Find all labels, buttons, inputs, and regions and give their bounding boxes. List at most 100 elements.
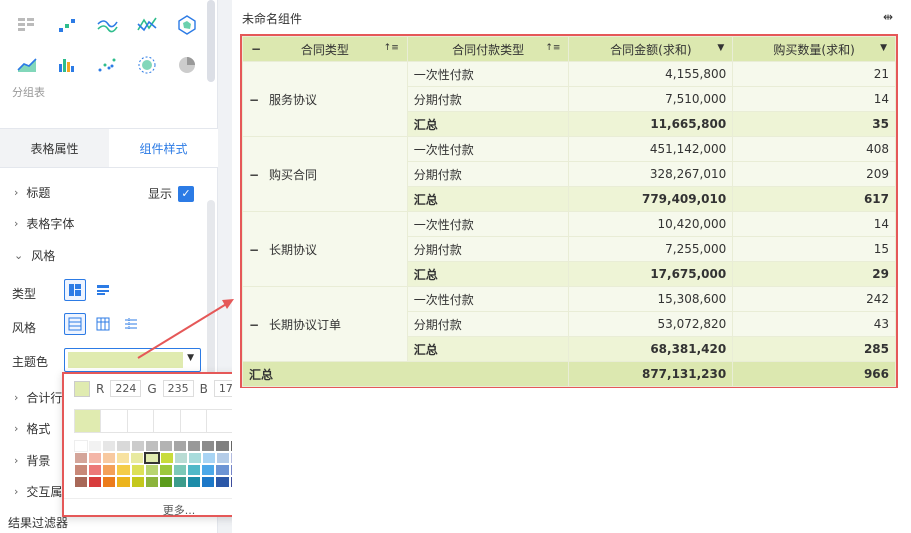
sort-desc-icon[interactable]: ▼ [717,43,724,53]
scatter-chart-icon[interactable] [56,14,78,36]
polyline-chart-icon[interactable] [136,14,158,36]
scrollbar[interactable] [207,0,215,82]
theme-color-select[interactable]: ▼ [64,348,201,372]
group-table-label: 分组表 [12,86,45,99]
payment-type-cell: 一次性付款 [406,136,570,162]
collapse-icon[interactable]: − [249,93,259,107]
tab-component-style[interactable]: 组件样式 [109,129,218,167]
tab-table-props[interactable]: 表格属性 [0,129,109,167]
type-list-button[interactable] [92,279,114,301]
group-cell[interactable]: − 长期协议 [242,211,408,287]
subtotal-amount: 779,409,010 [568,186,734,212]
prop-background[interactable]: › 背景 [14,452,50,469]
quantity-cell: 408 [732,136,896,162]
panel-tabs: 表格属性 组件样式 [0,128,218,168]
chevron-right-icon: › [14,422,19,435]
chevron-down-icon: ⌄ [14,249,24,262]
group-cell[interactable]: − 购买合同 [242,136,408,212]
show-title-toggle[interactable]: 显示 ✓ [148,185,195,202]
bubble-chart-icon[interactable] [136,54,158,76]
prop-title[interactable]: › 标题 [14,184,50,201]
quantity-cell: 242 [732,286,896,312]
subtotal-label: 汇总 [406,336,570,362]
component-title: 未命名组件 [242,12,303,26]
table-chart-icon[interactable] [16,14,38,36]
list-layout-icon [97,285,109,295]
expand-width-icon[interactable]: ⇹ [883,10,893,24]
amount-cell: 451,142,000 [568,136,734,162]
amount-cell: 7,510,000 [568,86,734,112]
prop-format-label: 格式 [26,422,51,436]
quantity-cell: 21 [732,61,896,87]
subtotal-quantity: 617 [732,186,896,212]
subtotal-quantity: 285 [732,336,896,362]
radar-chart-icon[interactable] [176,14,198,36]
quantity-cell: 209 [732,161,896,187]
recent-color-swatch[interactable] [75,410,102,432]
header-contract-type[interactable]: − 合同类型 ↑≡ [242,36,408,62]
total-row: 汇总 877,131,230 966 [241,361,896,387]
sort-icon[interactable]: ↑≡ [545,43,560,53]
r-input[interactable]: 224 [110,380,142,397]
show-label: 显示 [148,187,173,201]
subtotal-quantity: 35 [732,111,896,137]
g-input[interactable]: 235 [162,380,194,397]
payment-type-cell: 分期付款 [406,161,570,187]
sort-desc-icon[interactable]: ▼ [880,43,887,53]
total-amount: 877,131,230 [568,361,734,387]
group-name: 购买合同 [269,167,318,182]
r-label: R [96,381,105,396]
header-amount[interactable]: 合同金额(求和) ▼ [568,36,734,62]
line-chart-icon[interactable] [96,14,118,36]
checkbox-checked-icon[interactable]: ✓ [178,185,195,202]
quantity-cell: 14 [732,211,896,237]
prop-style[interactable]: ⌄ 风格 [14,247,55,264]
pie-chart-icon[interactable] [176,54,198,76]
header-quantity[interactable]: 购买数量(求和) ▼ [732,36,896,62]
quantity-cell: 15 [732,236,896,262]
result-filter-label[interactable]: 结果过滤器 [8,514,68,531]
amount-cell: 15,308,600 [568,286,734,312]
b-label: B [199,381,208,396]
recent-color-swatch[interactable] [207,410,234,432]
collapse-icon[interactable]: − [249,168,259,182]
prop-background-label: 背景 [26,454,51,468]
recent-color-swatch[interactable] [181,410,207,432]
striped-table-icon [68,317,82,331]
area-chart-icon[interactable] [16,54,38,76]
prop-font-label: 表格字体 [26,217,75,231]
prop-total[interactable]: › 合计行 [14,389,62,406]
style-plain-button[interactable] [120,313,142,335]
current-color-swatch [74,380,90,397]
recent-color-swatch[interactable] [101,410,128,432]
theme-label: 主题色 [12,355,49,369]
dot-chart-icon[interactable] [96,54,118,76]
collapse-icon[interactable]: − [249,318,259,332]
collapse-icon[interactable]: − [249,243,259,257]
chevron-right-icon: › [14,391,19,404]
recent-color-swatch[interactable] [154,410,181,432]
header-payment-type[interactable]: 合同付款类型 ↑≡ [406,36,570,62]
prop-font[interactable]: › 表格字体 [14,215,74,232]
prop-total-label: 合计行 [26,391,63,405]
bar-chart-icon[interactable] [56,54,78,76]
chevron-right-icon: › [14,454,19,467]
chevron-right-icon: › [14,217,19,230]
subtotal-quantity: 29 [732,261,896,287]
prop-format[interactable]: › 格式 [14,420,50,437]
sort-icon[interactable]: ↑≡ [384,43,399,53]
payment-type-cell: 分期付款 [406,86,570,112]
subtotal-label: 汇总 [406,111,570,137]
style-striped-button[interactable] [64,313,86,335]
quantity-cell: 43 [732,311,896,337]
table-row: − 长期协议 一次性付款 10,420,000 14 [242,211,896,287]
style-bordered-button[interactable] [92,313,114,335]
group-cell[interactable]: − 服务协议 [242,61,408,137]
theme-color-swatch [68,352,183,368]
payment-type-cell: 分期付款 [406,311,570,337]
recent-color-swatch[interactable] [128,410,155,432]
group-name: 长期协议 [269,242,318,257]
type-grid-button[interactable] [64,279,86,301]
quantity-cell: 14 [732,86,896,112]
group-cell[interactable]: − 长期协议订单 [242,286,408,362]
